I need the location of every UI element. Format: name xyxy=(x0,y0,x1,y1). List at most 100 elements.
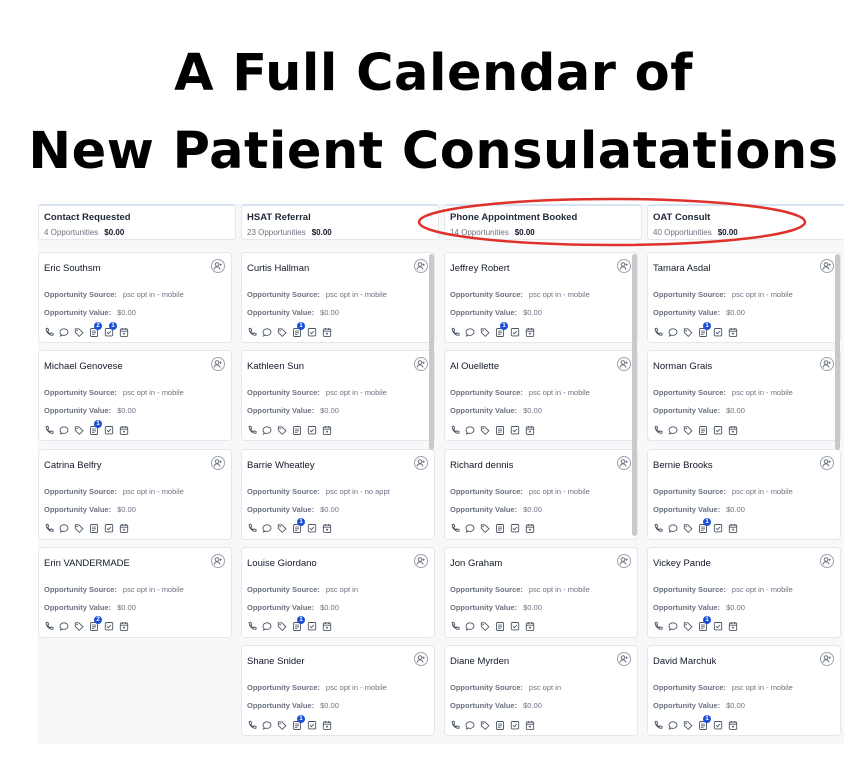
task-icon[interactable] xyxy=(713,523,723,534)
contact-name[interactable]: Bernie Brooks xyxy=(653,460,713,471)
contact-name[interactable]: Jeffrey Robert xyxy=(450,263,510,274)
phone-icon[interactable] xyxy=(653,523,663,534)
task-icon[interactable] xyxy=(104,425,114,436)
opportunity-card[interactable]: Norman Grais Opportunity Source: psc opt … xyxy=(647,350,841,442)
assign-user-icon[interactable] xyxy=(414,357,428,372)
task-icon[interactable] xyxy=(713,720,723,731)
opportunity-card[interactable]: Tamara Asdal Opportunity Source: psc opt … xyxy=(647,252,841,343)
phone-icon[interactable] xyxy=(450,720,460,731)
contact-name[interactable]: Diane Myrden xyxy=(450,656,509,667)
column-header[interactable]: OAT Consult 40 Opportunities $0.00 xyxy=(647,204,844,240)
opportunity-card[interactable]: Barrie Wheatley Opportunity Source: psc o… xyxy=(241,448,435,540)
chat-icon[interactable] xyxy=(465,425,475,436)
tag-icon[interactable] xyxy=(74,523,84,534)
calendar-icon[interactable] xyxy=(525,523,535,534)
notes-icon[interactable]: 2 xyxy=(89,616,102,632)
phone-icon[interactable] xyxy=(44,621,54,632)
assign-user-icon[interactable] xyxy=(211,357,225,372)
chat-icon[interactable] xyxy=(668,621,678,632)
calendar-icon[interactable] xyxy=(322,523,332,534)
contact-name[interactable]: Richard dennis xyxy=(450,460,513,471)
opportunity-card[interactable]: David Marchuk Opportunity Source: psc opt… xyxy=(647,645,841,737)
phone-icon[interactable] xyxy=(247,327,257,338)
contact-name[interactable]: Kathleen Sun xyxy=(247,361,304,372)
chat-icon[interactable] xyxy=(59,621,69,632)
calendar-icon[interactable] xyxy=(322,327,332,338)
column-scrollbar[interactable] xyxy=(632,254,637,536)
calendar-icon[interactable] xyxy=(525,621,535,632)
tag-icon[interactable] xyxy=(683,425,693,436)
calendar-icon[interactable] xyxy=(525,720,535,731)
notes-icon[interactable]: 1 xyxy=(292,616,305,632)
assign-user-icon[interactable] xyxy=(211,259,225,273)
calendar-icon[interactable] xyxy=(728,523,738,534)
task-icon[interactable] xyxy=(307,621,317,632)
chat-icon[interactable] xyxy=(59,425,69,436)
opportunity-card[interactable]: Kathleen Sun Opportunity Source: psc opt … xyxy=(241,350,435,442)
task-icon[interactable] xyxy=(307,425,317,436)
notes-icon[interactable]: 1 xyxy=(292,321,305,338)
opportunity-card[interactable]: Diane Myrden Opportunity Source: psc opt … xyxy=(444,645,638,737)
phone-icon[interactable] xyxy=(653,720,663,731)
calendar-icon[interactable] xyxy=(322,425,332,436)
opportunity-card[interactable]: Jon Graham Opportunity Source: psc opt in… xyxy=(444,546,638,638)
notes-icon[interactable] xyxy=(495,621,505,632)
calendar-icon[interactable] xyxy=(728,621,738,632)
column-scrollbar[interactable] xyxy=(835,254,840,450)
contact-name[interactable]: Vickey Pande xyxy=(653,558,711,569)
notes-icon[interactable]: 1 xyxy=(698,714,711,731)
contact-name[interactable]: Curtis Hallman xyxy=(247,263,309,274)
calendar-icon[interactable] xyxy=(525,327,535,338)
opportunity-card[interactable]: Michael Genovese Opportunity Source: psc … xyxy=(38,350,232,442)
assign-user-icon[interactable] xyxy=(820,259,834,273)
tag-icon[interactable] xyxy=(74,425,84,436)
column-header[interactable]: HSAT Referral 23 Opportunities $0.00 xyxy=(241,204,439,240)
notes-icon[interactable]: 1 xyxy=(495,321,508,338)
chat-icon[interactable] xyxy=(668,327,678,338)
task-icon[interactable] xyxy=(713,327,723,338)
contact-name[interactable]: Jon Graham xyxy=(450,558,502,569)
phone-icon[interactable] xyxy=(450,327,460,338)
assign-user-icon[interactable] xyxy=(211,455,225,470)
task-icon[interactable] xyxy=(307,523,317,534)
calendar-icon[interactable] xyxy=(728,720,738,731)
assign-user-icon[interactable] xyxy=(617,259,631,273)
tag-icon[interactable] xyxy=(277,425,287,436)
assign-user-icon[interactable] xyxy=(414,652,428,667)
phone-icon[interactable] xyxy=(653,425,663,436)
phone-icon[interactable] xyxy=(653,327,663,338)
chat-icon[interactable] xyxy=(668,523,678,534)
calendar-icon[interactable] xyxy=(728,425,738,436)
phone-icon[interactable] xyxy=(653,621,663,632)
column-scrollbar[interactable] xyxy=(429,254,434,450)
assign-user-icon[interactable] xyxy=(820,357,834,372)
contact-name[interactable]: Barrie Wheatley xyxy=(247,460,315,471)
tag-icon[interactable] xyxy=(480,523,490,534)
tag-icon[interactable] xyxy=(683,523,693,534)
notes-icon[interactable] xyxy=(698,425,708,436)
opportunity-card[interactable]: Jeffrey Robert Opportunity Source: psc op… xyxy=(444,252,638,343)
contact-name[interactable]: Al Ouellette xyxy=(450,361,499,372)
notes-icon[interactable] xyxy=(495,425,505,436)
task-icon[interactable] xyxy=(307,720,317,731)
calendar-icon[interactable] xyxy=(322,621,332,632)
contact-name[interactable]: Eric Southsm xyxy=(44,263,101,274)
calendar-icon[interactable] xyxy=(728,327,738,338)
tag-icon[interactable] xyxy=(683,720,693,731)
opportunity-card[interactable]: Eric Southsm Opportunity Source: psc opt … xyxy=(38,252,232,343)
notes-icon[interactable]: 1 xyxy=(292,518,305,534)
contact-name[interactable]: Catrina Belfry xyxy=(44,460,102,471)
contact-name[interactable]: Louise Giordano xyxy=(247,558,317,569)
tag-icon[interactable] xyxy=(683,621,693,632)
column-header[interactable]: Phone Appointment Booked 14 Opportunitie… xyxy=(444,204,642,240)
task-icon[interactable] xyxy=(713,621,723,632)
chat-icon[interactable] xyxy=(465,621,475,632)
chat-icon[interactable] xyxy=(465,327,475,338)
assign-user-icon[interactable] xyxy=(617,455,631,470)
tag-icon[interactable] xyxy=(683,327,693,338)
assign-user-icon[interactable] xyxy=(820,553,834,568)
calendar-icon[interactable] xyxy=(119,523,129,534)
task-icon[interactable] xyxy=(510,621,520,632)
opportunity-card[interactable]: Al Ouellette Opportunity Source: psc opt … xyxy=(444,350,638,442)
phone-icon[interactable] xyxy=(44,327,54,338)
